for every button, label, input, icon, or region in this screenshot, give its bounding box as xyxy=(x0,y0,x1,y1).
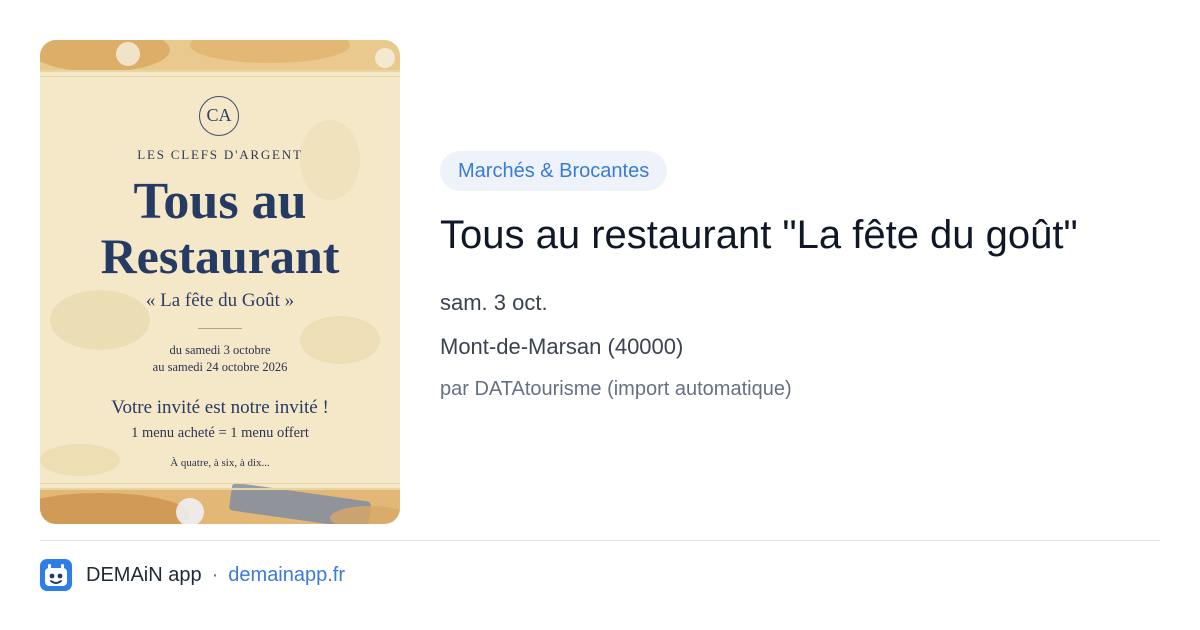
footer-divider xyxy=(40,540,1160,541)
event-title[interactable]: Tous au restaurant "La fête du goût" xyxy=(440,210,1078,260)
demain-app-icon[interactable] xyxy=(40,559,72,591)
poster-headline-line1: Tous au xyxy=(133,173,307,230)
poster-dates-line1: du samedi 3 octobre xyxy=(169,343,271,357)
app-name: DEMAiN app xyxy=(86,563,202,586)
category-badge[interactable]: Marchés & Brocantes xyxy=(440,151,668,191)
poster-subtitle: « La fête du Goût » xyxy=(145,290,295,311)
event-location: Mont-de-Marsan (40000) xyxy=(440,334,684,359)
poster-offer: 1 menu acheté = 1 menu offert xyxy=(131,425,309,441)
poster-monogram-logo: CA xyxy=(199,96,239,136)
poster-headline-line2: Restaurant xyxy=(100,228,340,284)
poster-dates-line2: au samedi 24 octobre 2026 xyxy=(152,360,288,374)
poster-tagline: À quatre, à six, à dix... xyxy=(170,457,270,469)
event-poster-image[interactable]: CA LES CLEFS D'ARGENT Tous au Restaurant… xyxy=(40,40,400,524)
event-source: par DATAtourisme (import automatique) xyxy=(440,378,792,400)
poster-invite: Votre invité est notre invité ! xyxy=(111,397,329,418)
footer: DEMAiN app · demainapp.fr xyxy=(40,558,345,592)
poster-text: CA LES CLEFS D'ARGENT Tous au Restaurant… xyxy=(40,40,400,524)
poster-brand: LES CLEFS D'ARGENT xyxy=(137,147,303,162)
event-date: sam. 3 oct. xyxy=(440,290,548,315)
separator-dot: · xyxy=(211,563,219,586)
poster-divider xyxy=(198,328,242,329)
domain-link[interactable]: demainapp.fr xyxy=(228,564,345,587)
